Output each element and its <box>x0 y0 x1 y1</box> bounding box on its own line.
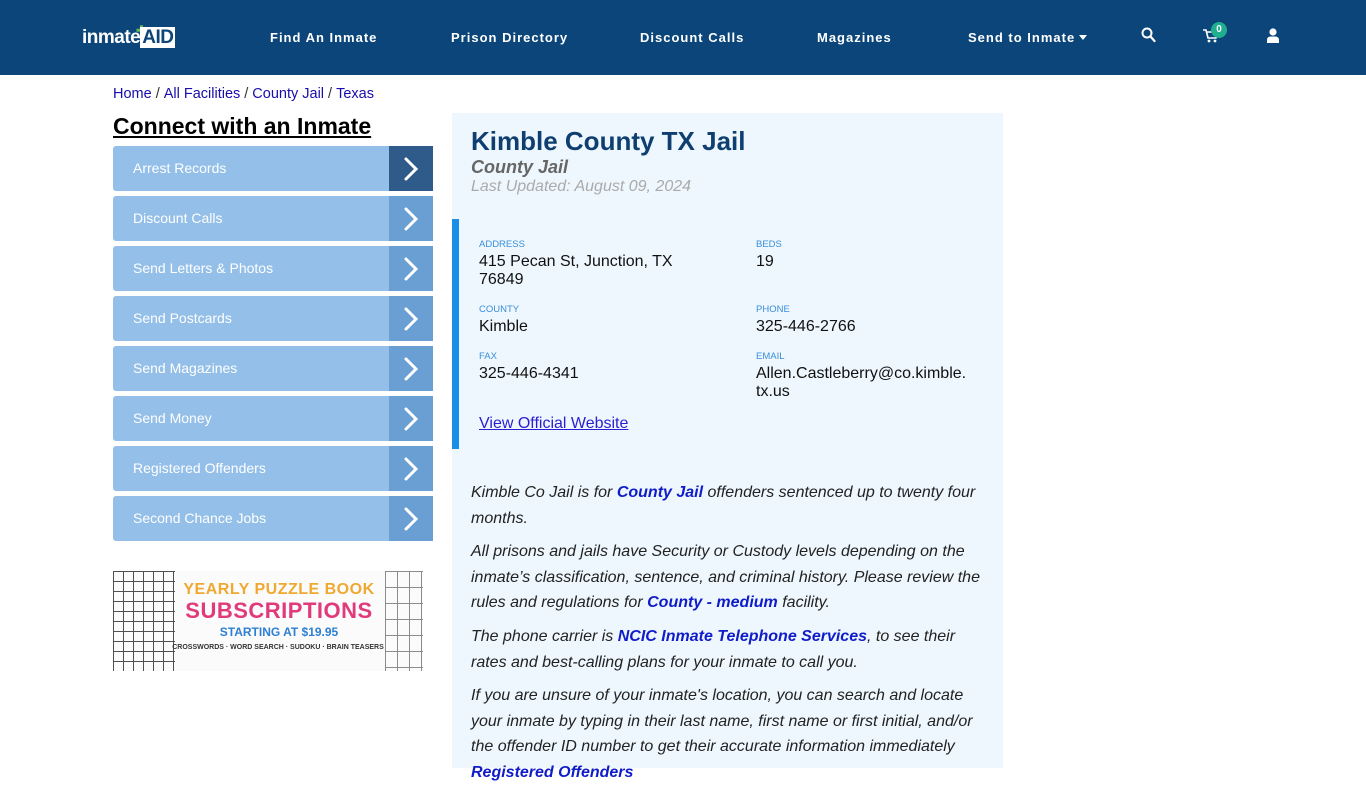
breadcrumb-home[interactable]: Home <box>113 86 152 102</box>
chevron-right-icon <box>389 396 433 441</box>
user-icon[interactable] <box>1267 28 1279 48</box>
phone-label: PHONE <box>756 304 790 315</box>
nav-magazines[interactable]: Magazines <box>817 30 892 45</box>
phone-carrier-link[interactable]: NCIC Inmate Telephone Services <box>618 628 867 645</box>
sidebar-item-label: Send Magazines <box>133 360 238 376</box>
county-label: COUNTY <box>479 304 520 315</box>
beds-value: 19 <box>756 253 774 270</box>
view-official-website-link[interactable]: View Official Website <box>479 415 628 433</box>
breadcrumb-texas[interactable]: Texas <box>336 86 374 102</box>
sidebar-item-label: Send Money <box>133 410 212 426</box>
sidebar-item-label: Second Chance Jobs <box>133 510 267 526</box>
breadcrumb-separator: / <box>328 86 333 102</box>
sidebar-item-label: Discount Calls <box>133 210 223 226</box>
sidebar-item-send-letters-photos[interactable]: Send Letters & Photos <box>113 246 433 291</box>
chevron-right-icon <box>389 246 433 291</box>
breadcrumb-county-jail[interactable]: County Jail <box>252 86 324 102</box>
email-line2: tx.us <box>756 383 790 400</box>
ad-headline: YEARLY PUZZLE BOOK <box>183 581 375 598</box>
facility-type: County Jail <box>471 157 569 177</box>
nav-find-an-inmate[interactable]: Find An Inmate <box>270 30 377 45</box>
fax-value: 325-446-4341 <box>479 365 579 382</box>
paragraph-text: Kimble Co Jail is for <box>471 484 617 501</box>
paragraph-text: If you are unsure of your inmate's locat… <box>471 687 973 755</box>
sidebar-item-send-postcards[interactable]: Send Postcards <box>113 296 433 341</box>
nav-discount-calls[interactable]: Discount Calls <box>640 30 744 45</box>
paragraph-text: The phone carrier is <box>471 628 618 645</box>
county-jail-link[interactable]: County Jail <box>617 484 703 501</box>
chevron-right-icon <box>389 446 433 491</box>
ad-tagline: CROSSWORDS · WORD SEARCH · SUDOKU · BRAI… <box>172 644 384 651</box>
email-label: EMAIL <box>756 351 785 362</box>
sidebar-item-registered-offenders[interactable]: Registered Offenders <box>113 446 433 491</box>
sidebar-item-label: Registered Offenders <box>133 460 266 476</box>
nav-send-to-inmate[interactable]: Send to Inmate <box>968 30 1088 45</box>
nav-send-to-inmate-label: Send to Inmate <box>968 30 1076 45</box>
cart-count-badge: 0 <box>1211 22 1227 38</box>
address-line2: 76849 <box>479 271 524 288</box>
chevron-right-icon <box>389 496 433 541</box>
inmateaid-logo[interactable]: inmate✚AID <box>82 23 176 49</box>
county-medium-link[interactable]: County - medium <box>647 594 778 611</box>
info-accent-bar <box>452 219 459 449</box>
fax-label: FAX <box>479 351 497 362</box>
beds-label: BEDS <box>756 239 782 250</box>
sidebar-item-label: Arrest Records <box>133 160 227 176</box>
county-value: Kimble <box>479 318 528 335</box>
caret-down-icon <box>1079 35 1088 40</box>
crossword-grid-graphic <box>113 571 175 671</box>
sidebar-item-discount-calls[interactable]: Discount Calls <box>113 196 433 241</box>
email-line1: Allen.Castleberry@co.kimble. <box>756 365 967 382</box>
sidebar-item-second-chance-jobs[interactable]: Second Chance Jobs <box>113 496 433 541</box>
chevron-right-icon <box>389 346 433 391</box>
email-value: Allen.Castleberry@co.kimble. tx.us <box>756 365 966 401</box>
paragraph-text: facility. <box>777 594 830 611</box>
address-line1: 415 Pecan St, Junction, TX <box>479 253 673 270</box>
sidebar-item-label: Send Postcards <box>133 310 232 326</box>
description-paragraph-4: If you are unsure of your inmate's locat… <box>471 683 991 785</box>
last-updated: Last Updated: August 09, 2024 <box>471 178 692 195</box>
logo-text: inmate <box>82 27 141 48</box>
sudoku-grid-graphic <box>385 571 423 671</box>
chevron-right-icon <box>389 296 433 341</box>
search-icon[interactable] <box>1141 27 1156 48</box>
nav-prison-directory[interactable]: Prison Directory <box>451 30 568 45</box>
breadcrumb-separator: / <box>155 86 160 102</box>
address-label: ADDRESS <box>479 239 525 250</box>
breadcrumb-separator: / <box>244 86 249 102</box>
chevron-right-icon <box>389 146 433 191</box>
sidebar-item-send-magazines[interactable]: Send Magazines <box>113 346 433 391</box>
logo-accent: AID <box>140 27 176 48</box>
phone-value: 325-446-2766 <box>756 318 856 335</box>
sidebar-item-arrest-records[interactable]: Arrest Records <box>113 146 433 191</box>
registered-offenders-link[interactable]: Registered Offenders <box>471 764 633 781</box>
address-value: 415 Pecan St, Junction, TX 76849 <box>479 253 673 289</box>
puzzle-book-ad-banner[interactable]: YEARLY PUZZLE BOOK SUBSCRIPTIONS STARTIN… <box>113 571 423 671</box>
chevron-right-icon <box>389 196 433 241</box>
sidebar-item-send-money[interactable]: Send Money <box>113 396 433 441</box>
connect-with-inmate-heading: Connect with an Inmate <box>113 113 372 139</box>
ad-subheadline: SUBSCRIPTIONS <box>185 598 373 623</box>
breadcrumb: Home / All Facilities / County Jail / Texas <box>113 86 374 102</box>
sidebar-item-label: Send Letters & Photos <box>133 260 274 276</box>
description-paragraph-1: Kimble Co Jail is for County Jail offend… <box>471 480 991 531</box>
description-paragraph-2: All prisons and jails have Security or C… <box>471 539 991 616</box>
facility-title: Kimble County TX Jail <box>471 126 746 156</box>
breadcrumb-all-facilities[interactable]: All Facilities <box>164 86 241 102</box>
top-navigation: inmate✚AID Find An Inmate Prison Directo… <box>0 0 1366 75</box>
ad-price: STARTING AT $19.95 <box>219 625 339 639</box>
description-paragraph-3: The phone carrier is NCIC Inmate Telepho… <box>471 624 991 675</box>
